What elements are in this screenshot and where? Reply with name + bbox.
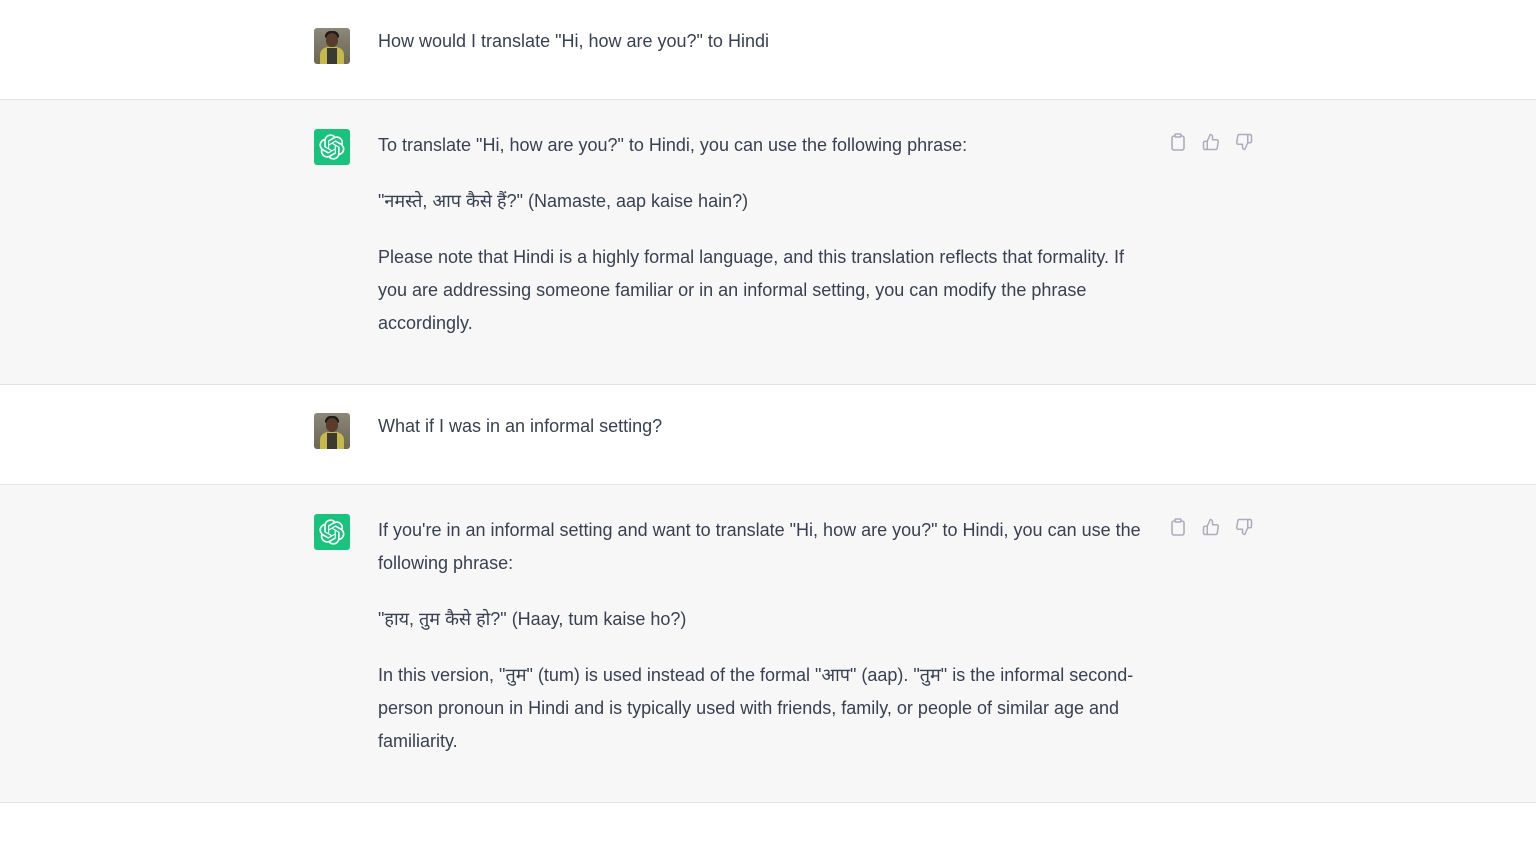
message-paragraph: "नमस्ते, आप कैसे हैं?" (Namaste, aap kai… (378, 191, 749, 211)
message-paragraph: Please note that Hindi is a highly forma… (378, 247, 1125, 333)
user-avatar (314, 28, 350, 64)
user-message: How would I translate "Hi, how are you?"… (0, 0, 1536, 100)
chat-thread: How would I translate "Hi, how are you?"… (0, 0, 1536, 864)
message-paragraph: "हाय, तुम कैसे हो?" (Haay, tum kaise ho?… (378, 609, 687, 629)
user-avatar (314, 413, 350, 449)
message-paragraph: If you're in an informal setting and wan… (378, 520, 1141, 573)
thumbs-down-icon[interactable] (1234, 517, 1254, 537)
openai-logo-icon (314, 129, 350, 165)
copy-icon[interactable] (1168, 132, 1188, 152)
thumbs-down-icon[interactable] (1234, 132, 1254, 152)
message-content: To translate "Hi, how are you?" to Hindi… (378, 129, 1158, 340)
thumbs-up-icon[interactable] (1201, 132, 1221, 152)
thumbs-up-icon[interactable] (1201, 517, 1221, 537)
message-paragraph: To translate "Hi, how are you?" to Hindi… (378, 135, 968, 155)
message-actions (1168, 132, 1254, 152)
message-content: If you're in an informal setting and wan… (378, 514, 1158, 758)
message-text: How would I translate "Hi, how are you?"… (378, 31, 769, 51)
assistant-message: To translate "Hi, how are you?" to Hindi… (0, 100, 1536, 385)
assistant-message: If you're in an informal setting and wan… (0, 485, 1536, 803)
message-content: What if I was in an informal setting? (378, 410, 1158, 443)
user-message: What if I was in an informal setting? (0, 385, 1536, 485)
copy-icon[interactable] (1168, 517, 1188, 537)
openai-logo-icon (314, 514, 350, 550)
message-content: How would I translate "Hi, how are you?"… (378, 25, 1158, 58)
message-actions (1168, 517, 1254, 537)
message-text: What if I was in an informal setting? (378, 416, 663, 436)
message-paragraph: In this version, "तुम" (tum) is used ins… (378, 665, 1134, 751)
